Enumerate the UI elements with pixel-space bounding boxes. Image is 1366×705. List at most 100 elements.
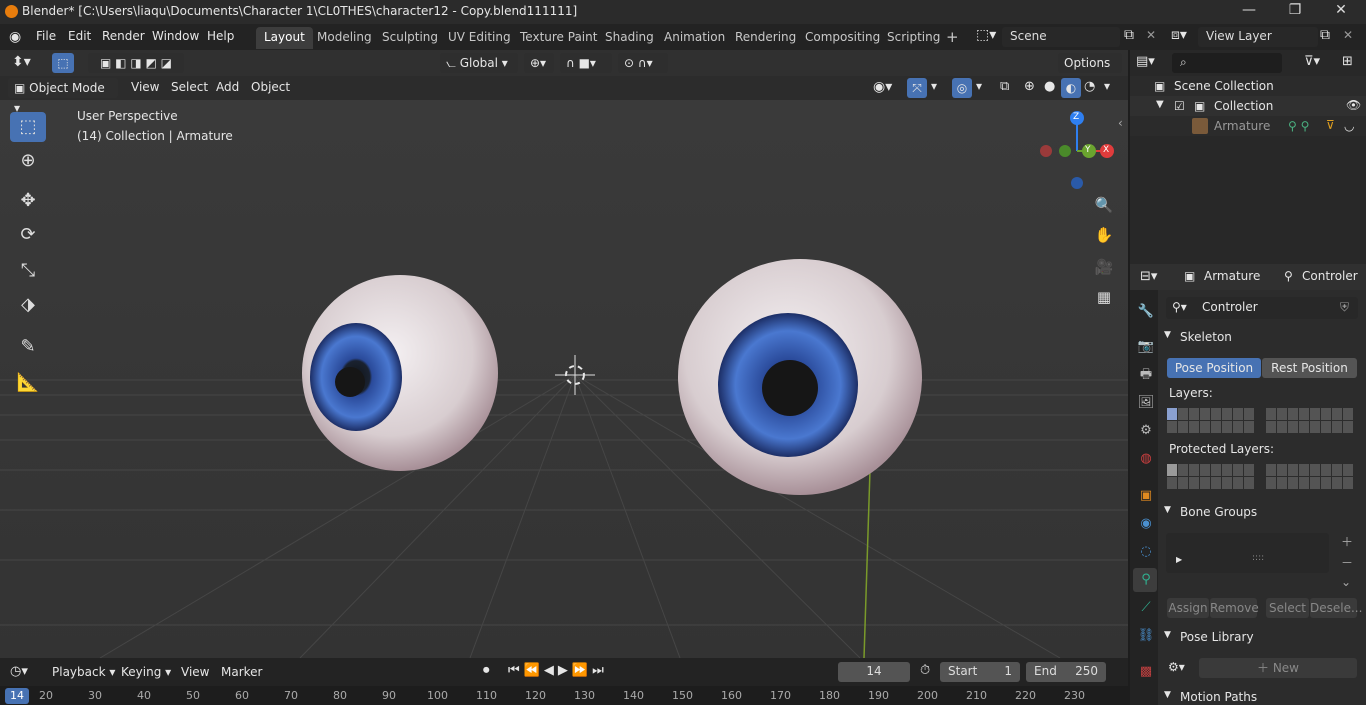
bone-group-menu-icon[interactable]: ⌄ <box>1341 575 1351 589</box>
camera-view-icon[interactable]: 🎥 <box>1090 253 1118 281</box>
tab-layout[interactable]: Layout <box>256 27 313 49</box>
new-pose-library-button[interactable]: ＋ New <box>1199 658 1357 678</box>
output-icon[interactable]: 🖶 <box>1136 365 1156 385</box>
maximize-button[interactable]: ❐ <box>1272 2 1318 18</box>
filter-icon[interactable]: ⊽▾ <box>1304 54 1320 69</box>
menu-file[interactable]: File <box>36 29 56 43</box>
eye-icon[interactable]: 👁 <box>1346 98 1361 112</box>
pose-library-browse-icon[interactable]: ⚙▾ <box>1168 660 1185 674</box>
viewport-menu-object[interactable]: Object <box>251 80 290 94</box>
tab-uv-editing[interactable]: UV Editing <box>440 27 519 49</box>
pan-hand-icon[interactable]: ✋ <box>1090 221 1118 249</box>
bone-groups-list[interactable]: ▶ :::: <box>1166 533 1329 573</box>
select-tool-icon[interactable]: ⬚ <box>10 112 46 142</box>
tab-sculpting[interactable]: Sculpting <box>374 27 446 49</box>
outliner-row[interactable]: Armature ⚲ ⚲ ⊽ ◡ <box>1130 116 1366 136</box>
menu-window[interactable]: Window <box>152 29 199 43</box>
tab-modeling[interactable]: Modeling <box>309 27 380 49</box>
deselect-button[interactable]: Desele... <box>1310 598 1362 618</box>
pose-icon[interactable]: ⚲ ⚲ <box>1288 119 1309 133</box>
protected-layers-grid-left[interactable] <box>1167 464 1254 489</box>
transform-orientation-dropdown[interactable]: ⦦ Global ▾ <box>440 53 518 73</box>
3d-viewport[interactable]: Z Y X ⬍▾ ⬚ ▣ ◧ ◨ ◩ ◪ ⦦ Global ▾ ⊕▾ ∩ ■▾ … <box>0 50 1128 658</box>
physics-icon[interactable]: ◌ <box>1136 542 1156 562</box>
editor-type-icon[interactable]: ⬍▾ <box>12 54 31 70</box>
wireframe-shading-icon[interactable]: ⊕ <box>1024 79 1035 94</box>
modifier-icon[interactable]: ◉ <box>1136 514 1156 534</box>
pose-library-panel-header[interactable]: ▼ Pose Library <box>1160 627 1362 649</box>
gizmo-toggle-icon[interactable]: ⤧ <box>907 78 927 98</box>
new-scene-icon[interactable]: ⧉ <box>1124 27 1134 43</box>
solid-shading-icon[interactable]: ● <box>1044 79 1055 94</box>
world-icon[interactable]: ◍ <box>1136 449 1156 469</box>
viewport-menu-add[interactable]: Add <box>216 80 239 94</box>
rendered-shading-icon[interactable]: ◔ <box>1084 79 1095 94</box>
outliner-search-input[interactable]: ⌕ <box>1172 53 1282 73</box>
render-icon[interactable]: 📷 <box>1136 337 1156 357</box>
material-shading-icon[interactable]: ◐ <box>1061 78 1081 98</box>
end-frame-field[interactable]: End 250 <box>1026 662 1106 682</box>
timeline-marker-menu[interactable]: Marker <box>221 665 262 679</box>
proportional-edit-icon[interactable]: ⊙ ∩▾ <box>618 53 668 73</box>
hide-icon[interactable]: ◡ <box>1344 119 1354 133</box>
view-layer-icon[interactable]: ⧈▾ <box>1171 27 1187 43</box>
data-name-field[interactable]: ⚲▾ Controler ⛨ <box>1166 297 1358 319</box>
close-button[interactable]: ✕ <box>1318 2 1364 18</box>
checkbox-icon[interactable]: ☑ <box>1174 99 1185 113</box>
tab-rendering[interactable]: Rendering <box>727 27 804 49</box>
sidebar-toggle-icon[interactable]: ‹ <box>1118 116 1123 130</box>
gizmo-y-label[interactable]: Y <box>1085 145 1091 155</box>
rest-position-button[interactable]: Rest Position <box>1262 358 1357 378</box>
record-icon[interactable]: ⏺ <box>483 663 490 678</box>
xray-icon[interactable]: ⧉ <box>1000 79 1009 94</box>
menu-help[interactable]: Help <box>207 29 234 43</box>
pivot-icon[interactable]: ⊕▾ <box>524 53 554 73</box>
add-bone-group-icon[interactable]: ＋ <box>1341 533 1353 550</box>
bone-groups-panel-header[interactable]: ▼ Bone Groups <box>1160 502 1362 524</box>
options-dropdown[interactable]: Options ▾ <box>1058 53 1122 90</box>
properties-editor-icon[interactable]: ⊟▾ <box>1140 269 1157 284</box>
tab-texture-paint[interactable]: Texture Paint <box>512 27 605 49</box>
zoom-icon[interactable]: 🔍 <box>1090 191 1118 219</box>
remove-bone-group-icon[interactable]: － <box>1341 554 1353 571</box>
remove-view-layer-icon[interactable]: ✕ <box>1343 28 1353 42</box>
transform-tool-icon[interactable]: ⬗ <box>10 290 46 320</box>
remove-button[interactable]: Remove <box>1210 598 1259 618</box>
viewport-menu-view[interactable]: View <box>131 80 159 94</box>
ortho-grid-icon[interactable]: ▦ <box>1090 283 1118 311</box>
constraint-icon[interactable]: ⊽ <box>1326 118 1335 132</box>
layers-grid-right[interactable] <box>1266 408 1353 433</box>
tab-scripting[interactable]: Scripting <box>879 27 948 49</box>
protected-layers-grid-right[interactable] <box>1266 464 1353 489</box>
menu-render[interactable]: Render <box>102 29 145 43</box>
scale-tool-icon[interactable]: ⤡ <box>10 256 46 286</box>
outliner-row[interactable]: ▼ ☑ ▣ Collection 👁 <box>1130 96 1366 116</box>
texture-icon[interactable]: ▩ <box>1136 662 1156 682</box>
scene-field[interactable]: Scene <box>1002 27 1120 47</box>
blender-menu-icon[interactable]: ◉ <box>9 29 21 45</box>
overlay-toggle-icon[interactable]: ◎ <box>952 78 972 98</box>
new-collection-icon[interactable]: ⊞ <box>1342 54 1353 69</box>
tab-compositing[interactable]: Compositing <box>797 27 888 49</box>
new-view-layer-icon[interactable]: ⧉ <box>1320 27 1330 43</box>
pose-position-button[interactable]: Pose Position <box>1167 358 1261 378</box>
tab-shading[interactable]: Shading <box>597 27 662 49</box>
viewport-menu-select[interactable]: Select <box>171 80 208 94</box>
mode-dropdown[interactable]: ▣ Object Mode ▾ <box>8 78 118 115</box>
snap-icon[interactable]: ∩ ■▾ <box>560 53 612 73</box>
assign-button[interactable]: Assign <box>1167 598 1209 618</box>
timeline-playback-menu[interactable]: Playback ▾ <box>52 665 115 679</box>
tool-settings-icon[interactable]: 🔧 <box>1136 302 1156 322</box>
outliner-row[interactable]: ▣ Scene Collection <box>1130 76 1366 96</box>
motion-paths-panel-header[interactable]: ▼ Motion Paths <box>1160 687 1362 705</box>
list-expand-icon[interactable]: ▶ <box>1176 555 1182 564</box>
current-frame-marker[interactable]: 14 <box>5 688 29 704</box>
bone-icon[interactable]: ⟋ <box>1136 598 1156 618</box>
gizmo-dropdown-icon[interactable]: ▾ <box>931 79 937 93</box>
armature-data-tab-icon[interactable]: ⚲ <box>1136 570 1156 590</box>
outliner-editor-icon[interactable]: ▤▾ <box>1136 54 1155 69</box>
timeline-view-menu[interactable]: View <box>181 665 209 679</box>
expand-arrow-icon[interactable]: ▼ <box>1156 99 1164 110</box>
scene-tab-icon[interactable]: ⚙ <box>1136 421 1156 441</box>
fake-user-icon[interactable]: ⛨ <box>1340 300 1349 315</box>
